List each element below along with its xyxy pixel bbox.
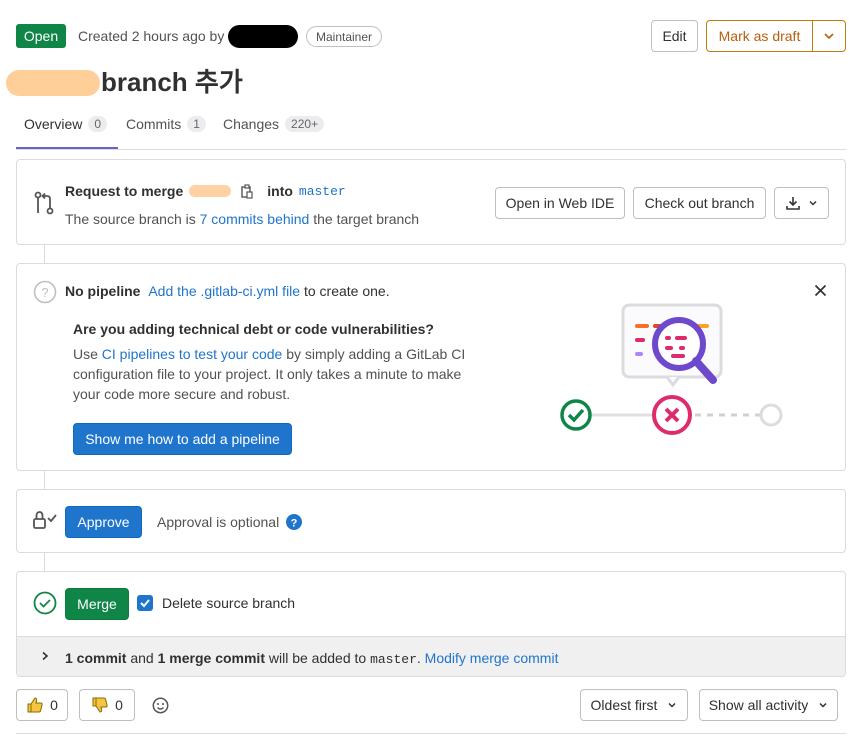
mark-as-draft-label: Mark as draft <box>718 28 801 44</box>
svg-text:?: ? <box>291 518 298 530</box>
target-branch-link[interactable]: master <box>299 184 346 199</box>
tab-commits-count: 1 <box>187 116 206 132</box>
thumbs-up-count: 0 <box>50 697 58 713</box>
no-pipeline-title: No pipeline <box>65 283 141 299</box>
thumbs-down-count: 0 <box>115 697 123 713</box>
help-icon[interactable]: ? <box>286 514 302 530</box>
modify-merge-commit-link[interactable]: Modify merge commit <box>425 650 559 666</box>
tab-commits-label: Commits <box>126 116 182 132</box>
pipeline-question: Are you adding technical debt or code vu… <box>73 321 434 337</box>
no-pipeline-suffix: to create one. <box>303 283 390 299</box>
source-branch-redacted[interactable] <box>189 185 232 197</box>
merge-target-branch: master <box>370 652 417 667</box>
approval-optional-text: Approval is optional <box>157 514 280 530</box>
will-be-added-label: will be added to <box>268 650 367 666</box>
merge-request-line: Request to merge into master <box>65 183 346 199</box>
tab-changes-label: Changes <box>223 116 280 132</box>
tab-commits[interactable]: Commits 1 <box>126 116 206 132</box>
approve-button[interactable]: Approve <box>65 506 142 538</box>
footer-divider <box>16 733 846 734</box>
chevron-down-icon <box>823 30 835 42</box>
draft-dropdown-button[interactable] <box>812 20 846 52</box>
timeline-connector <box>44 553 45 571</box>
ci-pipelines-link[interactable]: CI pipelines to test your code <box>102 346 283 362</box>
pipeline-desc-line1: by simply adding a GitLab CI <box>286 346 466 362</box>
question-icon: ? <box>33 280 57 304</box>
request-to-merge-label: Request to merge <box>65 183 184 199</box>
source-status-text-2: the target branch <box>313 211 420 227</box>
check-out-branch-button[interactable]: Check out branch <box>633 187 766 219</box>
activity-filter-label: Show all activity <box>708 697 809 713</box>
commit-count: 1 commit <box>65 650 127 666</box>
add-reaction-icon[interactable] <box>152 697 169 714</box>
download-dropdown-button[interactable] <box>774 187 829 219</box>
chevron-down-icon <box>808 198 818 208</box>
pipeline-description-line-3: your code more secure and robust. <box>73 386 291 402</box>
check-circle-icon <box>33 591 57 615</box>
sort-label: Oldest first <box>590 697 658 713</box>
source-branch-status: The source branch is 7 commits behind th… <box>65 211 419 227</box>
thumbs-down-button[interactable]: 0 <box>79 689 135 721</box>
created-info: Created 2 hours ago by <box>78 28 225 44</box>
activity-filter-dropdown[interactable]: Show all activity <box>699 689 838 721</box>
role-badge: Maintainer <box>306 26 383 47</box>
tab-overview[interactable]: Overview 0 <box>24 116 108 132</box>
pipeline-illustration <box>555 300 790 440</box>
status-badge: Open <box>16 24 66 48</box>
open-in-web-ide-button[interactable]: Open in Web IDE <box>495 187 625 219</box>
no-pipeline-line: No pipeline Add the .gitlab-ci.yml file … <box>65 283 390 299</box>
download-icon <box>785 196 800 210</box>
merge-commit-summary: 1 commit and 1 merge commit will be adde… <box>65 650 559 667</box>
chevron-down-icon <box>818 700 828 710</box>
pipeline-description-line-2: configuration file to your project. It o… <box>73 366 462 382</box>
show-pipeline-button[interactable]: Show me how to add a pipeline <box>73 423 292 455</box>
pipeline-description: Use CI pipelines to test your code by si… <box>73 344 493 404</box>
mark-as-draft-button[interactable]: Mark as draft <box>706 20 813 52</box>
approval-lock-icon <box>32 510 58 530</box>
chevron-down-icon <box>667 700 677 710</box>
commits-behind-link[interactable]: 7 commits behind <box>200 211 310 227</box>
delete-source-label[interactable]: Delete source branch <box>162 595 295 611</box>
sort-dropdown[interactable]: Oldest first <box>580 689 688 721</box>
close-icon[interactable] <box>814 284 827 297</box>
edit-button[interactable]: Edit <box>651 20 698 52</box>
timeline-connector <box>44 471 45 489</box>
merge-request-icon <box>33 191 55 215</box>
pipeline-desc-prefix: Use <box>73 346 98 362</box>
copy-branch-icon[interactable] <box>241 183 253 199</box>
timeline-connector <box>44 245 45 263</box>
add-gitlab-ci-link[interactable]: Add the .gitlab-ci.yml file <box>148 283 300 299</box>
delete-source-checkbox[interactable] <box>137 595 153 611</box>
tab-overview-label: Overview <box>24 116 83 132</box>
page-title: branch 추가 <box>101 67 243 97</box>
source-status-text-1: The source branch is <box>65 211 196 227</box>
into-label: into <box>267 183 293 199</box>
merge-commit-count: 1 merge commit <box>157 650 265 666</box>
thumbs-up-button[interactable]: 0 <box>16 689 68 721</box>
chevron-right-icon[interactable] <box>40 651 50 661</box>
tabs-divider <box>16 149 846 150</box>
merge-button[interactable]: Merge <box>65 588 129 620</box>
author-name-redacted <box>6 70 100 96</box>
tab-overview-count: 0 <box>88 116 108 132</box>
tab-changes-count: 220+ <box>285 116 325 132</box>
pipeline-description-line-1: Use CI pipelines to test your code by si… <box>73 344 493 364</box>
svg-text:?: ? <box>41 285 48 300</box>
author-avatar-redacted[interactable] <box>228 25 298 48</box>
thumbs-down-icon <box>91 696 109 714</box>
and-label: and <box>130 650 154 666</box>
tab-changes[interactable]: Changes 220+ <box>223 116 325 132</box>
thumbs-up-icon <box>26 696 44 714</box>
